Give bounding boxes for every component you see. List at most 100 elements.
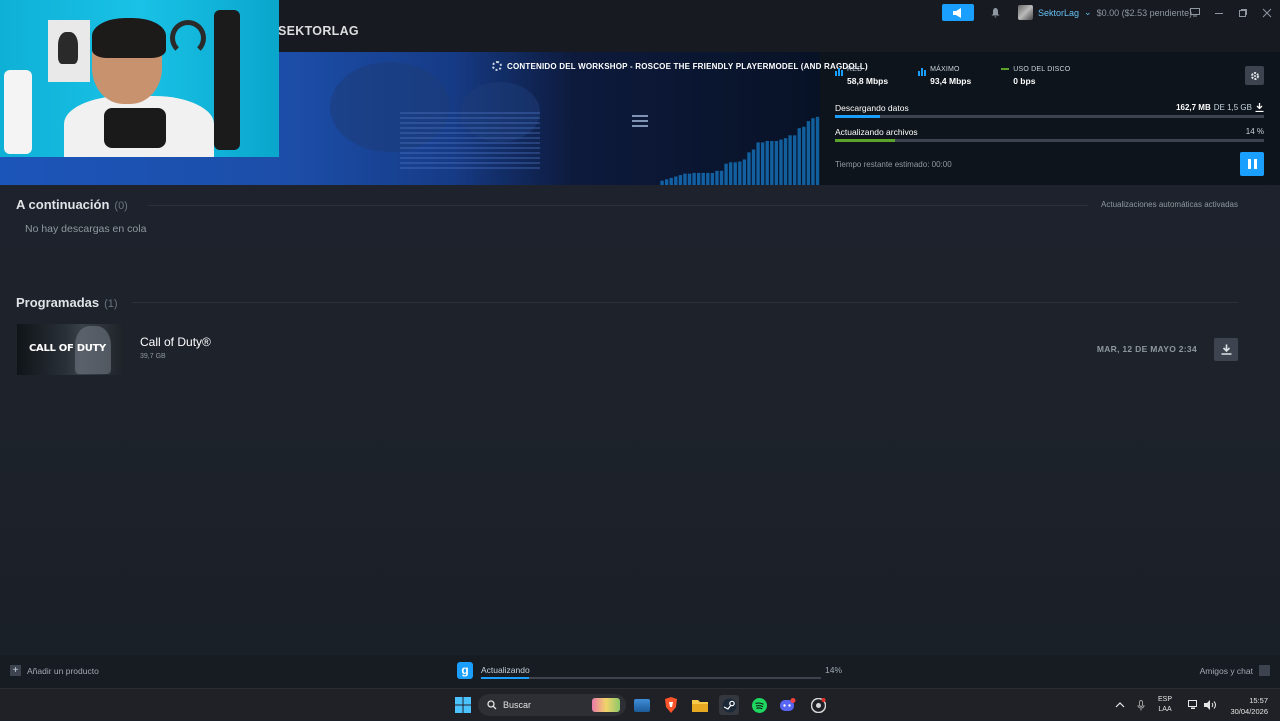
windows-taskbar: Buscar ESP LAA 15:57 30/04/2026 xyxy=(0,688,1280,720)
rate-graph-bar xyxy=(674,176,678,185)
download-icon xyxy=(1255,103,1264,112)
announcements-button[interactable] xyxy=(942,4,974,21)
rate-graph-bar xyxy=(751,149,756,185)
big-picture-button[interactable] xyxy=(1190,8,1200,18)
quick-settings[interactable] xyxy=(1188,689,1216,721)
menu-icon[interactable] xyxy=(632,115,648,127)
friends-chat-button[interactable]: Amigos y chat xyxy=(1200,665,1270,676)
scheduled-item[interactable]: CALL OF DUTY Call of Duty® 39,7 GB MAR, … xyxy=(16,323,1238,376)
windows-start-icon xyxy=(455,697,471,713)
close-button[interactable] xyxy=(1262,8,1272,18)
rate-graph-bar xyxy=(788,135,792,185)
dash-icon xyxy=(1001,68,1010,70)
search-placeholder: Buscar xyxy=(503,700,532,710)
notifications-button[interactable] xyxy=(985,4,1005,21)
taskbar-app-chrome[interactable] xyxy=(808,695,828,715)
language-line-1: ESP xyxy=(1158,696,1173,703)
rate-graph-bar xyxy=(678,175,683,185)
download-rate-graph xyxy=(660,116,820,185)
stat-value: 58,8 Mbps xyxy=(847,76,889,86)
rate-graph-bar xyxy=(728,162,733,185)
taskbar-app-explorer[interactable] xyxy=(690,695,710,715)
stat-label: MÁXIMO xyxy=(930,66,960,73)
rate-graph-bar xyxy=(797,128,801,185)
rate-graph-bar xyxy=(687,173,692,185)
chrome-icon xyxy=(810,697,826,713)
bell-icon xyxy=(991,7,999,17)
rate-graph-bar xyxy=(738,161,742,185)
download-settings-button[interactable] xyxy=(1245,66,1264,85)
taskbar-app-brave[interactable] xyxy=(661,695,681,715)
rate-graph-bar xyxy=(692,172,696,185)
microphone-icon[interactable] xyxy=(1137,699,1145,711)
bars-icon xyxy=(835,68,843,76)
queue-count: (0) xyxy=(114,200,128,212)
chat-icon xyxy=(1259,665,1270,676)
taskbar-app-photos[interactable] xyxy=(632,695,652,715)
account-menu[interactable]: SektorLag ⌄ $0.00 ($2.53 pendiente) xyxy=(1018,4,1192,21)
account-name: SektorLag xyxy=(1038,7,1080,18)
maximize-button[interactable] xyxy=(1238,8,1248,18)
start-download-button[interactable] xyxy=(1214,338,1238,361)
clock-date: 30/04/2026 xyxy=(1230,707,1268,716)
footer-progress-bar xyxy=(481,677,821,679)
updating-percent: 14 % xyxy=(1245,127,1264,136)
megaphone-icon xyxy=(953,7,961,18)
rate-graph-bar xyxy=(664,179,669,185)
stat-label: RED xyxy=(847,66,863,73)
loading-spinner-icon xyxy=(492,61,502,71)
rate-graph-bar xyxy=(742,159,747,185)
rate-graph-bar xyxy=(701,172,705,185)
search-icon xyxy=(487,700,497,710)
queue-empty-message: No hay descargas en cola xyxy=(25,223,147,235)
taskbar-app-discord[interactable] xyxy=(778,695,798,715)
language-indicator[interactable]: ESP LAA xyxy=(1158,695,1172,715)
rate-graph-bar xyxy=(733,162,737,185)
game-size: 39,7 GB xyxy=(140,353,166,360)
rate-graph-bar xyxy=(779,139,783,185)
updating-label: Actualizando archivos xyxy=(835,127,918,137)
taskbar-clock[interactable]: 15:57 30/04/2026 xyxy=(1230,695,1268,717)
auto-updates-note: Actualizaciones automáticas activadas xyxy=(1101,200,1238,209)
minimize-button[interactable] xyxy=(1214,8,1224,18)
rate-graph-bar xyxy=(710,172,715,185)
add-product-label: Añadir un producto xyxy=(27,665,99,676)
steam-icon xyxy=(722,698,736,712)
scheduled-section-header: Programadas (1) xyxy=(16,295,118,310)
discord-icon xyxy=(780,698,796,711)
queue-section-header: A continuación (0) xyxy=(16,197,128,212)
downloaded-total: DE 1,5 GB xyxy=(1213,103,1252,112)
rate-graph-bar xyxy=(683,173,687,185)
rate-graph-bar xyxy=(770,140,774,185)
downloaded-amount: 162,7 MB DE 1,5 GB xyxy=(1176,103,1264,112)
stat-disk: USO DEL DISCO 0 bps xyxy=(1001,66,1070,86)
add-product-button[interactable]: + Añadir un producto xyxy=(10,665,99,676)
steam-window: SEKTORLAG SektorLag ⌄ $0.00 ($2.53 pendi… xyxy=(0,0,1280,688)
taskbar-app-steam[interactable] xyxy=(719,695,739,715)
network-icon xyxy=(1188,700,1197,709)
footer-status-percent: 14% xyxy=(824,665,842,675)
webcam-overlay xyxy=(0,0,279,157)
taskbar-app-spotify[interactable] xyxy=(749,695,769,715)
divider xyxy=(148,205,1088,206)
queue-title: A continuación xyxy=(16,197,110,212)
spotify-icon xyxy=(751,697,767,713)
pause-button[interactable] xyxy=(1240,152,1264,176)
rate-graph-bar xyxy=(706,172,710,185)
footer-download-status[interactable]: g Actualizando 14% xyxy=(457,662,842,680)
rate-graph-bar xyxy=(747,152,751,185)
download-progress-bar xyxy=(835,115,1264,118)
friends-label: Amigos y chat xyxy=(1199,665,1253,676)
rate-graph-bar xyxy=(765,140,769,185)
avatar xyxy=(1018,5,1033,20)
rate-graph-bar xyxy=(806,121,811,185)
game-name[interactable]: Call of Duty® xyxy=(140,335,211,349)
game-thumbnail[interactable]: CALL OF DUTY xyxy=(17,324,125,375)
start-button[interactable] xyxy=(453,695,473,715)
time-remaining: Tiempo restante estimado: 00:00 xyxy=(835,160,952,169)
network-stats: RED 58,8 Mbps MÁXIMO 93,4 Mbps USO DEL DIS… xyxy=(835,66,1070,86)
downloaded-value: 162,7 MB xyxy=(1176,103,1211,112)
chevron-up-icon[interactable] xyxy=(1115,701,1125,709)
taskbar-search[interactable]: Buscar xyxy=(478,694,626,716)
rate-graph-bar xyxy=(719,170,724,185)
